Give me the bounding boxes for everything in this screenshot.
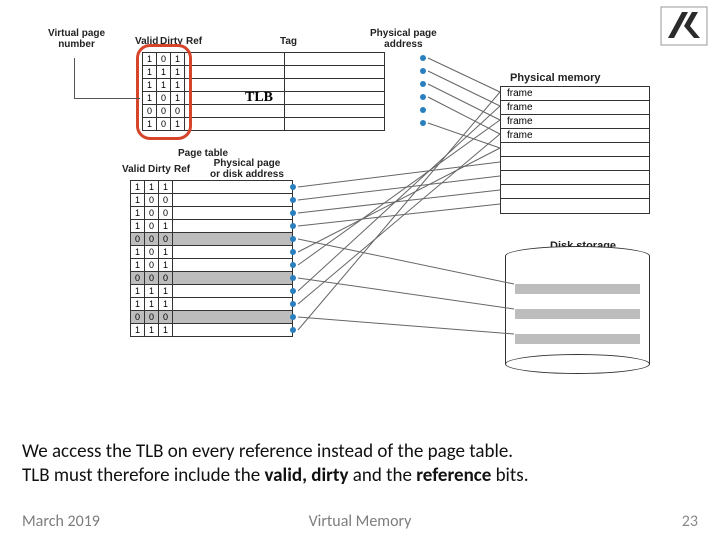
pt-pointer-dot <box>290 301 296 307</box>
physmem-frame: frame <box>501 129 649 143</box>
tlb-highlight <box>136 44 192 140</box>
ref-label: Ref <box>186 36 202 47</box>
caption-bold1: valid, dirty <box>264 464 348 487</box>
physmem-frame: frame <box>501 87 649 101</box>
vpn-label: Virtual page number <box>48 28 105 50</box>
pt-pointer-dot <box>290 314 296 320</box>
physmem-frame <box>501 171 649 185</box>
ppa-disk-label: Physical page or disk address <box>210 158 284 180</box>
page-table-row: 101 <box>131 259 293 272</box>
pt-pointer-dot <box>290 288 296 294</box>
caption-line2e: bits. <box>491 464 528 487</box>
page-table-row: 111 <box>131 298 293 311</box>
physmem-frame <box>501 157 649 171</box>
page-table-row: 100 <box>131 194 293 207</box>
page-table-row: 000 <box>131 233 293 246</box>
page-table-row: 000 <box>131 311 293 324</box>
ref-label-2: Ref <box>174 164 190 175</box>
tlb-pointer-dot <box>420 107 426 113</box>
pt-pointer-dot <box>290 275 296 281</box>
tlb-pointer-dot <box>420 94 426 100</box>
pt-pointer-dot <box>290 184 296 190</box>
disk-storage <box>505 254 650 374</box>
physmem-frame <box>501 143 649 157</box>
page-table-row: 101 <box>131 220 293 233</box>
tlb-pointer-dot <box>420 68 426 74</box>
pt-pointer-dot <box>290 236 296 242</box>
footer-page: 23 <box>682 512 698 531</box>
page-table-row: 111 <box>131 285 293 298</box>
pt-pointer-dot <box>290 327 296 333</box>
tag-label: Tag <box>280 36 297 47</box>
physmem-frame <box>501 199 649 213</box>
page-table: 111100100101000101101000111111000111 <box>130 180 293 337</box>
dirty-label-2: Dirty <box>148 164 171 175</box>
page-table-row: 100 <box>131 207 293 220</box>
footer-title: Virtual Memory <box>0 512 720 531</box>
page-table-row: 101 <box>131 246 293 259</box>
page-table-row: 000 <box>131 272 293 285</box>
caption-line2c: and the <box>348 464 416 487</box>
tlb-pointer-dot <box>420 120 426 126</box>
physmem-frame: frame <box>501 101 649 115</box>
valid-label-2: Valid <box>122 164 145 175</box>
physical-memory: frameframeframeframe <box>500 86 650 214</box>
caption-line2a: TLB must therefore include the <box>22 464 264 487</box>
physmem-label: Physical memory <box>510 72 601 84</box>
page-table-row: 111 <box>131 181 293 194</box>
physmem-frame: frame <box>501 115 649 129</box>
physmem-frame <box>501 185 649 199</box>
pt-pointer-dot <box>290 210 296 216</box>
pt-pointer-dot <box>290 197 296 203</box>
caption-line1: We access the TLB on every reference ins… <box>22 440 513 463</box>
page-table-row: 111 <box>131 324 293 337</box>
tlb-pointer-dot <box>420 81 426 87</box>
tlb-pointer-dot <box>420 55 426 61</box>
slide-caption: We access the TLB on every reference ins… <box>22 440 702 488</box>
tlb-caption: TLB <box>245 90 273 106</box>
ppa-label: Physical page address <box>370 28 437 50</box>
pt-pointer-dot <box>290 262 296 268</box>
vm-diagram: Virtual page number Valid Dirty Ref Tag … <box>60 30 670 430</box>
caption-bold2: reference <box>416 464 491 487</box>
pt-pointer-dot <box>290 223 296 229</box>
pt-pointer-dot <box>290 249 296 255</box>
